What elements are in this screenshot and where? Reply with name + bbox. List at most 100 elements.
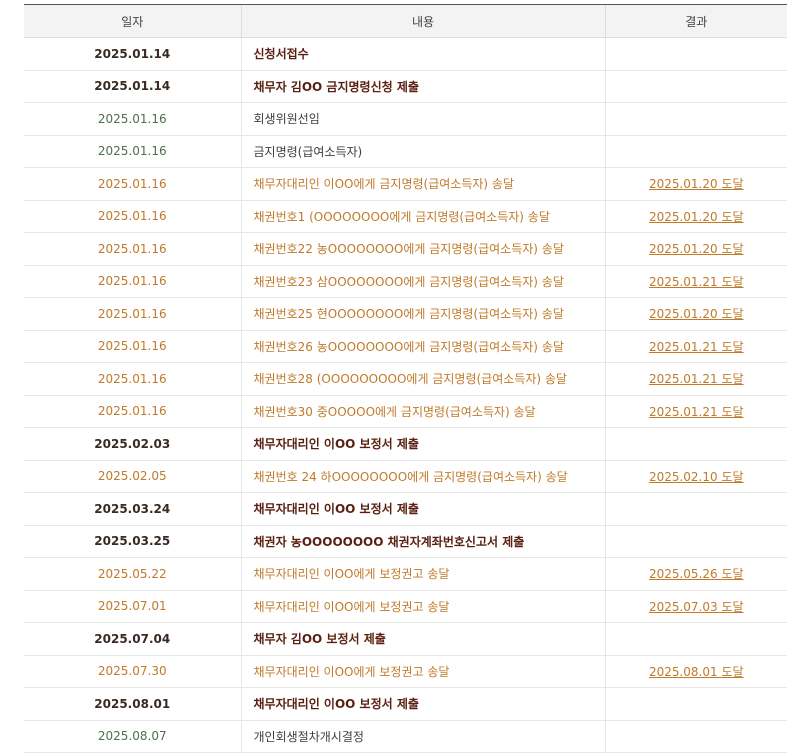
table-row: 2025.01.14 채무자 김OO 금지명령신청 제출 [24,70,787,103]
table-row: 2025.01.16 채무자대리인 이OO에게 금지명령(급여소득자) 송달 202… [24,167,787,201]
table-body: 2025.01.14 신청서접수 2025.01.14 채무자 김OO 금지명령신청 … [24,37,787,753]
row-content: 채권번호23 삼OOOOOOOO에게 금지명령(급여소득자) 송달 [240,265,605,298]
row-date: 2025.01.16 [24,395,241,428]
row-content: 금지명령(급여소득자) [240,135,605,168]
table-row: 2025.01.16 채권번호22 농OOOOOOOO에게 금지명령(급여소득자)… [24,232,787,266]
table-row: 2025.01.16 채권번호30 중OOOOO에게 금지명령(급여소득자) 송달… [24,395,787,428]
row-result-cell: 2025.07.03 도달 [604,590,787,623]
row-content: 채권번호22 농OOOOOOOO에게 금지명령(급여소득자) 송달 [240,232,605,266]
row-date: 2025.07.30 [24,655,241,688]
row-content: 채권번호25 현OOOOOOOO에게 금지명령(급여소득자) 송달 [240,297,605,331]
row-result-cell: 2025.01.21 도달 [604,395,787,428]
row-date: 2025.01.16 [24,135,241,168]
row-result-cell: 2025.01.20 도달 [604,200,787,233]
row-result-cell [604,135,787,168]
row-content: 채무자 김OO 금지명령신청 제출 [240,70,605,103]
row-content: 채무자대리인 이OO에게 금지명령(급여소득자) 송달 [240,167,605,201]
row-result-cell [604,492,787,526]
row-content: 채무자 김OO 보정서 제출 [240,622,605,656]
row-content: 채권자 농OOOOOOOO 채권자계좌번호신고서 제출 [240,525,605,558]
row-content: 채권번호1 (OOOOOOOO에게 금지명령(급여소득자) 송달 [240,200,605,233]
table-row: 2025.08.01 채무자대리인 이OO 보정서 제출 [24,687,787,721]
row-result-link[interactable]: 2025.02.10 도달 [649,470,744,484]
header-date: 일자 [24,4,241,38]
table-row: 2025.01.16 금지명령(급여소득자) [24,135,787,168]
table-row: 2025.02.03 채무자대리인 이OO 보정서 제출 [24,427,787,461]
row-result-link[interactable]: 2025.01.20 도달 [649,177,744,191]
row-result-cell: 2025.01.20 도달 [604,167,787,201]
row-result-link[interactable]: 2025.01.20 도달 [649,307,744,321]
row-result-link[interactable]: 2025.08.01 도달 [649,665,744,679]
row-result-cell [604,70,787,103]
row-result-cell: 2025.05.26 도달 [604,557,787,591]
row-date: 2025.01.16 [24,297,241,331]
row-result-cell [604,427,787,461]
table-row: 2025.07.30 채무자대리인 이OO에게 보정권고 송달 2025.08.01… [24,655,787,688]
row-date: 2025.01.16 [24,200,241,233]
header-result: 결과 [604,4,787,38]
table-row: 2025.01.16 채권번호26 농OOOOOOOO에게 금지명령(급여소득자)… [24,330,787,363]
table-row: 2025.07.04 채무자 김OO 보정서 제출 [24,622,787,656]
row-content: 채무자대리인 이OO 보정서 제출 [240,492,605,526]
table-row: 2025.02.05 채권번호 24 하OOOOOOOO에게 금지명령(급여소득자… [24,460,787,493]
row-result-cell: 2025.01.21 도달 [604,330,787,363]
table-header: 일자 내용 결과 [24,4,787,38]
table-row: 2025.03.24 채무자대리인 이OO 보정서 제출 [24,492,787,526]
header-content: 내용 [240,4,605,38]
case-progress-table-container: 일자 내용 결과 2025.01.14 신청서접수 2025.01.14 채무자 김O… [24,4,787,753]
row-date: 2025.01.16 [24,232,241,266]
row-result-cell [604,102,787,136]
row-result-link[interactable]: 2025.07.03 도달 [649,600,744,614]
row-result-link[interactable]: 2025.01.21 도달 [649,275,744,289]
row-date: 2025.01.14 [24,70,241,103]
row-content: 채무자대리인 이OO에게 보정권고 송달 [240,590,605,623]
row-content: 채권번호30 중OOOOO에게 금지명령(급여소득자) 송달 [240,395,605,428]
table-row: 2025.01.16 채권번호28 (OOOOOOOOO에게 금지명령(급여소득자… [24,362,787,396]
table-row: 2025.05.22 채무자대리인 이OO에게 보정권고 송달 2025.05.26… [24,557,787,591]
row-date: 2025.08.01 [24,687,241,721]
row-date: 2025.01.16 [24,265,241,298]
row-result-cell [604,622,787,656]
row-content: 채무자대리인 이OO에게 보정권고 송달 [240,557,605,591]
row-result-link[interactable]: 2025.01.21 도달 [649,372,744,386]
row-result-cell: 2025.08.01 도달 [604,655,787,688]
row-result-cell: 2025.01.21 도달 [604,362,787,396]
row-content: 채권번호26 농OOOOOOOO에게 금지명령(급여소득자) 송달 [240,330,605,363]
row-content: 회생위원선임 [240,102,605,136]
table-row: 2025.07.01 채무자대리인 이OO에게 보정권고 송달 2025.07.03… [24,590,787,623]
row-content: 채무자대리인 이OO 보정서 제출 [240,427,605,461]
row-result-link[interactable]: 2025.05.26 도달 [649,567,744,581]
row-content: 채권번호 24 하OOOOOOOO에게 금지명령(급여소득자) 송달 [240,460,605,493]
table-row: 2025.03.25 채권자 농OOOOOOOO 채권자계좌번호신고서 제출 [24,525,787,558]
table-row: 2025.08.07 개인회생절차개시결정 [24,720,787,753]
row-result-cell: 2025.02.10 도달 [604,460,787,493]
row-result-link[interactable]: 2025.01.20 도달 [649,242,744,256]
row-date: 2025.02.05 [24,460,241,493]
row-date: 2025.07.04 [24,622,241,656]
row-date: 2025.02.03 [24,427,241,461]
row-date: 2025.01.16 [24,330,241,363]
row-result-cell [604,525,787,558]
table-row: 2025.01.16 채권번호1 (OOOOOOOO에게 금지명령(급여소득자) … [24,200,787,233]
row-date: 2025.01.16 [24,102,241,136]
row-result-cell [604,720,787,753]
row-content: 개인회생절차개시결정 [240,720,605,753]
row-content: 채권번호28 (OOOOOOOOO에게 금지명령(급여소득자) 송달 [240,362,605,396]
row-result-cell [604,687,787,721]
header-row: 일자 내용 결과 [24,4,787,38]
table-row: 2025.01.16 채권번호25 현OOOOOOOO에게 금지명령(급여소득자)… [24,297,787,331]
row-result-cell [604,37,787,71]
row-date: 2025.08.07 [24,720,241,753]
row-result-link[interactable]: 2025.01.21 도달 [649,405,744,419]
row-content: 채무자대리인 이OO에게 보정권고 송달 [240,655,605,688]
row-date: 2025.03.24 [24,492,241,526]
row-date: 2025.07.01 [24,590,241,623]
row-result-link[interactable]: 2025.01.21 도달 [649,340,744,354]
case-progress-table: 일자 내용 결과 2025.01.14 신청서접수 2025.01.14 채무자 김O… [24,4,787,753]
row-date: 2025.01.14 [24,37,241,71]
row-result-cell: 2025.01.20 도달 [604,297,787,331]
row-date: 2025.01.16 [24,362,241,396]
row-result-link[interactable]: 2025.01.20 도달 [649,210,744,224]
row-content: 신청서접수 [240,37,605,71]
table-row: 2025.01.14 신청서접수 [24,37,787,71]
